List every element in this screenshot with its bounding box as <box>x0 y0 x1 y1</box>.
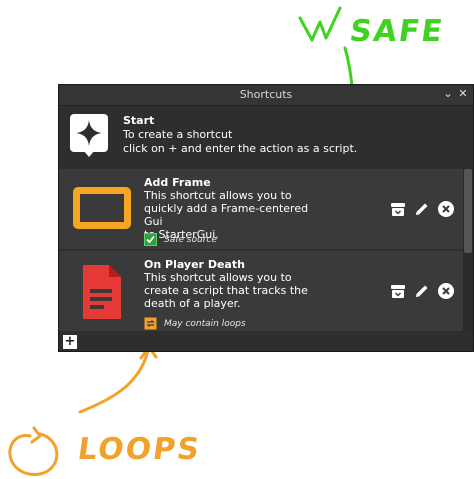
loop-icon <box>144 317 157 330</box>
delete-icon[interactable] <box>437 282 455 300</box>
shortcut-desc-line-3: death of a player. <box>144 297 241 310</box>
archive-icon[interactable] <box>389 282 407 300</box>
shortcuts-window: Shortcuts ⌄ ✕ Start To create a shortcut… <box>58 84 474 352</box>
safe-annotation: SAFE <box>347 14 447 49</box>
scrollbar-thumb[interactable] <box>464 169 472 253</box>
start-line-1: To create a shortcut <box>123 128 233 141</box>
shortcut-desc-line-1: This shortcut allows you to <box>144 189 292 202</box>
loops-arrow <box>78 348 150 414</box>
scrollbar[interactable] <box>463 169 473 331</box>
start-badge-tail <box>83 150 95 157</box>
checkbox-icon <box>144 233 157 246</box>
shortcut-title: On Player Death <box>144 258 245 271</box>
loops-tag: May contain loops <box>144 317 246 330</box>
shortcut-title: Add Frame <box>144 176 211 189</box>
shortcut-actions <box>383 200 455 218</box>
shortcut-item-add-frame[interactable]: Add Frame This shortcut allows you to qu… <box>59 169 463 249</box>
sparkle-icon <box>76 120 102 146</box>
start-section: Start To create a shortcut click on + an… <box>59 106 473 168</box>
safe-source-tag: Safe source <box>144 233 217 246</box>
safe-check-scribble <box>298 6 342 42</box>
delete-icon[interactable] <box>437 200 455 218</box>
shortcut-desc-line-2: quickly add a Frame-centered Gui <box>144 202 309 228</box>
shortcut-actions <box>383 282 455 300</box>
tag-label: Safe source <box>164 234 217 245</box>
window-titlebar: Shortcuts ⌄ ✕ <box>59 85 473 106</box>
start-badge <box>70 114 108 152</box>
shortcut-item-on-player-death[interactable]: On Player Death This shortcut allows you… <box>59 251 463 331</box>
loops-circle-scribble <box>8 432 59 476</box>
start-description: To create a shortcut click on + and ente… <box>123 128 383 156</box>
chevron-down-icon[interactable]: ⌄ <box>441 87 455 101</box>
shortcut-desc-line-1: This shortcut allows you to <box>144 271 292 284</box>
window-title: Shortcuts <box>239 88 293 101</box>
edit-pencil-icon[interactable] <box>413 200 431 218</box>
start-line-2: click on + and enter the action as a scr… <box>123 142 358 155</box>
shortcut-list: Add Frame This shortcut allows you to qu… <box>59 169 463 331</box>
edit-pencil-icon[interactable] <box>413 282 431 300</box>
archive-icon[interactable] <box>389 200 407 218</box>
tag-label: May contain loops <box>164 318 246 329</box>
loops-annotation: LOOPS <box>75 432 204 467</box>
shortcut-description: This shortcut allows you to create a scr… <box>144 271 324 310</box>
window-footer: + <box>59 333 473 351</box>
frame-icon <box>71 179 133 241</box>
start-heading: Start <box>123 114 155 127</box>
shortcut-desc-line-2: create a script that tracks the <box>144 284 308 297</box>
close-icon[interactable]: ✕ <box>456 87 470 101</box>
document-icon <box>71 261 133 323</box>
loops-circle-arrowhead <box>30 426 42 444</box>
add-shortcut-button[interactable]: + <box>63 335 77 349</box>
